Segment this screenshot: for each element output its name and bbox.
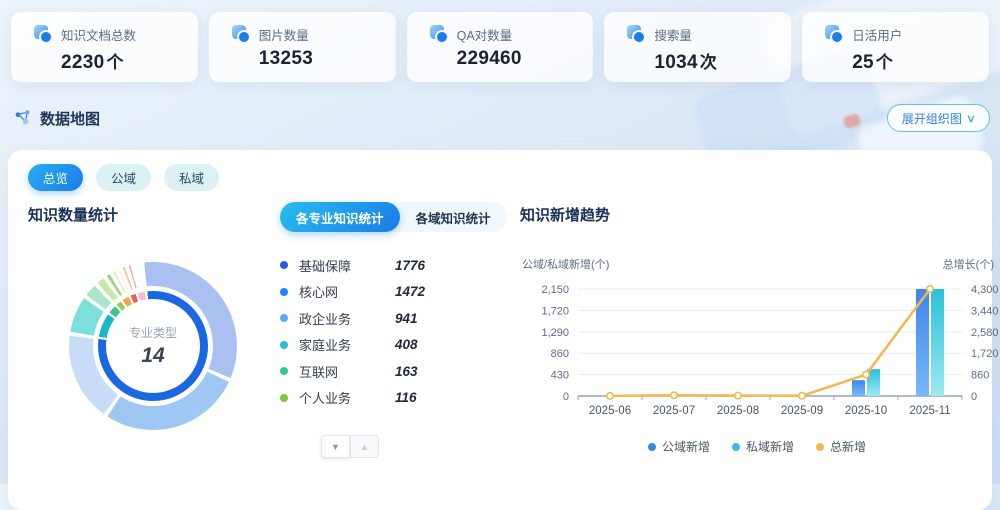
legend-dot: [280, 341, 288, 349]
stat-card-label: 日活用户: [852, 25, 902, 44]
stat-card-search-volume: 搜索量 1034次: [604, 12, 791, 82]
svg-text:总增长(个): 总增长(个): [943, 257, 994, 271]
tab-by-domain[interactable]: 各域知识统计: [400, 202, 507, 232]
tab-by-specialty[interactable]: 各专业知识统计: [280, 202, 400, 232]
svg-text:0: 0: [971, 391, 977, 403]
legend-dot: [280, 261, 288, 269]
legend-item-total[interactable]: 总新增: [816, 438, 866, 455]
svg-text:4,300: 4,300: [971, 284, 999, 296]
svg-text:公域/私域新增(个): 公域/私域新增(个): [522, 257, 609, 271]
triangle-down-icon: ▼: [331, 442, 340, 452]
data-map-icon: [14, 109, 33, 128]
stat-card-label: QA对数量: [457, 25, 513, 44]
svg-text:2025-07: 2025-07: [653, 405, 695, 417]
triangle-up-icon: ▲: [360, 442, 369, 452]
svg-text:2025-06: 2025-06: [589, 405, 631, 417]
legend-dot: [816, 443, 824, 451]
data-map-panel: 总览 公域 私域 知识数量统计 专业类型 14 各专业知识统计 各域知识统计 基…: [8, 150, 992, 510]
stat-card-value: 13253: [259, 48, 396, 70]
svg-text:2,580: 2,580: [971, 327, 999, 339]
qa-count-icon: [429, 24, 449, 44]
svg-text:430: 430: [551, 370, 569, 382]
specialty-donut-chart: 专业类型 14: [69, 262, 237, 430]
search-volume-icon: [626, 24, 646, 44]
list-item[interactable]: 个人业务 116: [280, 385, 485, 412]
data-map-header: 数据地图: [14, 108, 100, 129]
legend-dot: [280, 367, 288, 375]
knowledge-stats-title: 知识数量统计: [28, 204, 118, 225]
svg-text:2025-08: 2025-08: [717, 405, 759, 417]
trend-legend: 公域新增 私域新增 总新增: [514, 438, 1000, 455]
specialty-legend-list: 基础保障 1776 核心网 1472 政企业务 941 家庭业务 408 互联网…: [280, 252, 485, 411]
svg-text:1,290: 1,290: [541, 327, 569, 339]
tab-public-domain[interactable]: 公域: [96, 164, 151, 191]
image-count-icon: [231, 24, 251, 44]
daily-active-user-icon: [824, 24, 844, 44]
svg-text:2025-11: 2025-11: [909, 405, 950, 417]
legend-item-private[interactable]: 私域新增: [732, 438, 794, 455]
knowledge-sub-tabs: 各专业知识统计 各域知识统计: [280, 202, 507, 232]
stat-card-doc-total: 知识文档总数 2230个: [11, 12, 198, 82]
stat-card-label: 图片数量: [259, 25, 309, 44]
list-item[interactable]: 核心网 1472: [280, 279, 485, 306]
expand-org-chart-button[interactable]: 展开组织图 ∨: [887, 104, 990, 132]
stat-card-label: 搜索量: [654, 25, 692, 44]
legend-dot: [280, 394, 288, 402]
donut-center-label: 专业类型: [129, 324, 177, 341]
page-up-button[interactable]: ▲: [350, 435, 379, 458]
tab-private-domain[interactable]: 私域: [164, 164, 219, 191]
legend-dot: [648, 443, 656, 451]
legend-item-public[interactable]: 公域新增: [648, 438, 710, 455]
legend-dot: [280, 314, 288, 322]
stat-card-value: 25个: [852, 48, 989, 74]
svg-text:1,720: 1,720: [541, 305, 569, 317]
stat-card-qa-count: QA对数量 229460: [407, 12, 594, 82]
document-count-icon: [33, 24, 53, 44]
stat-card-label: 知识文档总数: [61, 25, 136, 44]
trend-chart-svg: 公域/私域新增(个) 总增长(个) 0 0 430 860 860 1,720 1,290 2,5…: [514, 246, 1000, 424]
list-item[interactable]: 互联网 163: [280, 358, 485, 385]
stat-card-image-count: 图片数量 13253: [209, 12, 396, 82]
section-title: 数据地图: [40, 108, 100, 129]
domain-tabs: 总览 公域 私域: [28, 164, 219, 191]
svg-text:3,440: 3,440: [971, 305, 999, 317]
svg-text:1,720: 1,720: [971, 348, 999, 360]
legend-dot: [280, 288, 288, 296]
stat-card-value: 2230个: [61, 48, 198, 74]
list-item[interactable]: 家庭业务 408: [280, 332, 485, 359]
svg-text:2,150: 2,150: [541, 284, 569, 296]
legend-dot: [732, 443, 740, 451]
legend-pager: ▼ ▲: [321, 435, 379, 458]
trend-chart: 公域/私域新增(个) 总增长(个) 0 0 430 860 860 1,720 1,290 2,5…: [514, 246, 1000, 424]
svg-text:2025-10: 2025-10: [845, 405, 887, 417]
svg-text:860: 860: [551, 348, 569, 360]
list-item[interactable]: 政企业务 941: [280, 305, 485, 332]
stat-cards-row: 知识文档总数 2230个 图片数量 13253 QA对数量 229460 搜索量…: [11, 12, 989, 82]
chevron-down-icon: ∨: [966, 112, 976, 125]
trend-chart-title: 知识新增趋势: [520, 204, 610, 225]
stat-card-value: 1034次: [654, 48, 791, 74]
tab-overview[interactable]: 总览: [28, 164, 83, 191]
svg-text:2025-09: 2025-09: [781, 405, 823, 417]
svg-text:0: 0: [563, 391, 569, 403]
list-item[interactable]: 基础保障 1776: [280, 252, 485, 279]
stat-card-value: 229460: [457, 48, 594, 70]
page-down-button[interactable]: ▼: [321, 435, 350, 458]
donut-center-value: 14: [141, 344, 164, 368]
svg-text:860: 860: [971, 370, 989, 382]
stat-card-daily-active-users: 日活用户 25个: [802, 12, 989, 82]
